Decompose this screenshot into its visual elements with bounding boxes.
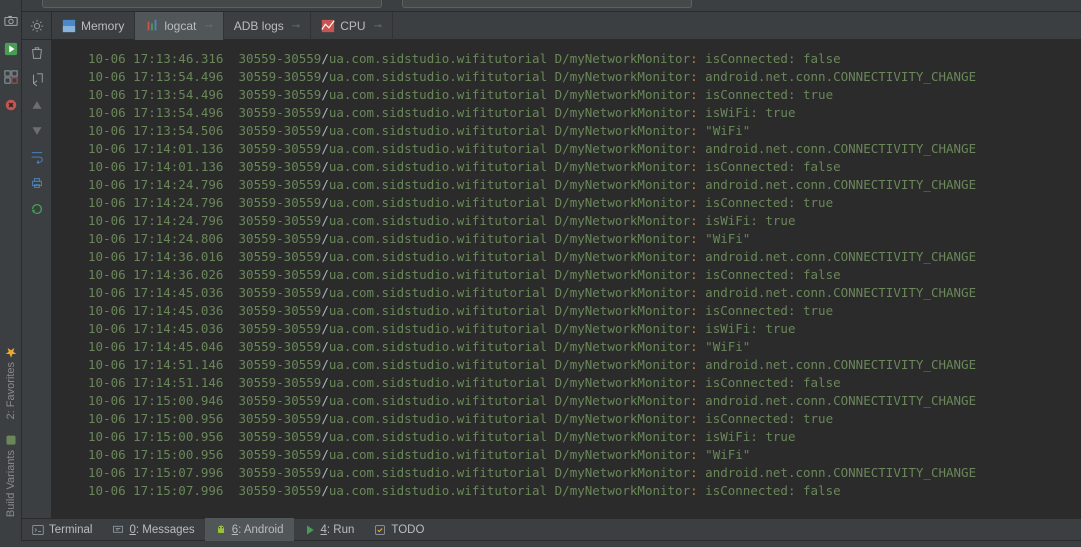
log-line: 10-06 17:13:54.496 30559-30559/ua.com.si… xyxy=(82,68,1081,86)
log-line: 10-06 17:15:07.996 30559-30559/ua.com.si… xyxy=(82,464,1081,482)
log-line: 10-06 17:14:24.806 30559-30559/ua.com.si… xyxy=(82,230,1081,248)
tab-adb[interactable]: ADB logs ⊸ xyxy=(224,12,311,40)
btab-messages[interactable]: 0: Messages xyxy=(102,518,204,541)
btab-android-key: 6 xyxy=(232,524,238,536)
log-padding xyxy=(52,40,82,518)
btab-run[interactable]: 4: Run xyxy=(294,518,365,541)
log-gutter xyxy=(22,40,52,518)
process-selector[interactable] xyxy=(402,0,692,8)
tab-cpu-label: CPU xyxy=(340,19,365,33)
pin-icon: ⊸ xyxy=(374,21,382,32)
cpu-icon xyxy=(321,19,335,33)
btab-terminal[interactable]: Terminal xyxy=(22,518,102,541)
bottom-tool-tabs: Terminal 0: Messages 6: Android 4: Run T… xyxy=(22,518,1081,541)
log-line: 10-06 17:14:36.016 30559-30559/ua.com.si… xyxy=(82,248,1081,266)
left-rail: 2: Favorites Build Variants xyxy=(0,0,22,547)
build-variants-label: Build Variants xyxy=(5,450,17,517)
run-icon xyxy=(304,524,316,536)
log-line: 10-06 17:14:24.796 30559-30559/ua.com.si… xyxy=(82,176,1081,194)
terminal-icon xyxy=(32,524,44,536)
btab-todo[interactable]: TODO xyxy=(364,518,434,541)
device-selector[interactable] xyxy=(42,0,382,8)
scroll-end-icon[interactable] xyxy=(28,70,46,88)
log-line: 10-06 17:14:45.036 30559-30559/ua.com.si… xyxy=(82,302,1081,320)
log-line: 10-06 17:15:07.996 30559-30559/ua.com.si… xyxy=(82,482,1081,500)
pin-icon: ⊸ xyxy=(204,21,212,32)
restart-icon[interactable] xyxy=(28,200,46,218)
log-line: 10-06 17:13:54.496 30559-30559/ua.com.si… xyxy=(82,104,1081,122)
log-line: 10-06 17:14:45.036 30559-30559/ua.com.si… xyxy=(82,320,1081,338)
tool-tabs: Memory logcat ⊸ ADB logs ⊸ CPU ⊸ xyxy=(22,12,1081,40)
log-line: 10-06 17:14:51.146 30559-30559/ua.com.si… xyxy=(82,356,1081,374)
favorites-label: 2: Favorites xyxy=(5,362,17,419)
android-icon xyxy=(215,524,227,536)
memory-icon xyxy=(62,19,76,33)
log-line: 10-06 17:14:45.046 30559-30559/ua.com.si… xyxy=(82,338,1081,356)
log-line: 10-06 17:14:24.796 30559-30559/ua.com.si… xyxy=(82,212,1081,230)
print-icon[interactable] xyxy=(28,174,46,192)
tab-logcat-label: logcat xyxy=(164,19,196,33)
tab-memory-label: Memory xyxy=(81,19,124,33)
btab-android-label: Android xyxy=(244,524,284,536)
log-line: 10-06 17:14:51.146 30559-30559/ua.com.si… xyxy=(82,374,1081,392)
log-line: 10-06 17:15:00.946 30559-30559/ua.com.si… xyxy=(82,392,1081,410)
log-line: 10-06 17:15:00.956 30559-30559/ua.com.si… xyxy=(82,428,1081,446)
status-bar xyxy=(0,541,1081,547)
up-icon[interactable] xyxy=(28,96,46,114)
log-line: 10-06 17:14:45.036 30559-30559/ua.com.si… xyxy=(82,284,1081,302)
log-line: 10-06 17:15:00.956 30559-30559/ua.com.si… xyxy=(82,410,1081,428)
todo-icon xyxy=(374,524,386,536)
tool-window-menu[interactable] xyxy=(22,12,52,39)
gear-icon xyxy=(30,19,44,33)
log-line: 10-06 17:14:01.136 30559-30559/ua.com.si… xyxy=(82,140,1081,158)
btab-todo-label: TODO xyxy=(391,524,424,536)
play-icon[interactable] xyxy=(4,42,18,56)
log-line: 10-06 17:14:01.136 30559-30559/ua.com.si… xyxy=(82,158,1081,176)
btab-messages-key: 0 xyxy=(129,524,135,536)
layout-icon[interactable] xyxy=(4,70,18,84)
tab-memory[interactable]: Memory xyxy=(52,12,135,40)
log-line: 10-06 17:13:46.316 30559-30559/ua.com.si… xyxy=(82,50,1081,68)
toolbar-strip xyxy=(22,0,1081,12)
log-line: 10-06 17:13:54.506 30559-30559/ua.com.si… xyxy=(82,122,1081,140)
pin-icon: ⊸ xyxy=(292,21,300,32)
log-line: 10-06 17:14:24.796 30559-30559/ua.com.si… xyxy=(82,194,1081,212)
btab-run-key: 4 xyxy=(321,524,327,536)
btab-messages-label: Messages xyxy=(142,524,194,536)
down-icon[interactable] xyxy=(28,122,46,140)
tab-logcat[interactable]: logcat ⊸ xyxy=(135,12,223,40)
camera-icon[interactable] xyxy=(4,14,18,28)
wrap-icon[interactable] xyxy=(28,148,46,166)
log-line: 10-06 17:15:00.956 30559-30559/ua.com.si… xyxy=(82,446,1081,464)
sidebar-favorites[interactable]: 2: Favorites xyxy=(5,346,17,419)
build-icon xyxy=(5,434,17,446)
sidebar-build-variants[interactable]: Build Variants xyxy=(5,434,17,517)
messages-icon xyxy=(112,524,124,536)
tab-adb-label: ADB logs xyxy=(234,19,284,33)
logcat-icon xyxy=(145,19,159,33)
btab-terminal-label: Terminal xyxy=(49,524,92,536)
log-line: 10-06 17:14:36.026 30559-30559/ua.com.si… xyxy=(82,266,1081,284)
trash-icon[interactable] xyxy=(28,44,46,62)
stop-icon[interactable] xyxy=(4,98,18,112)
btab-android[interactable]: 6: Android xyxy=(205,518,294,541)
tab-cpu[interactable]: CPU ⊸ xyxy=(311,12,393,40)
btab-run-label: Run xyxy=(333,524,354,536)
star-icon xyxy=(5,346,17,358)
log-output[interactable]: 10-06 17:13:46.316 30559-30559/ua.com.si… xyxy=(82,40,1081,518)
log-line: 10-06 17:13:54.496 30559-30559/ua.com.si… xyxy=(82,86,1081,104)
